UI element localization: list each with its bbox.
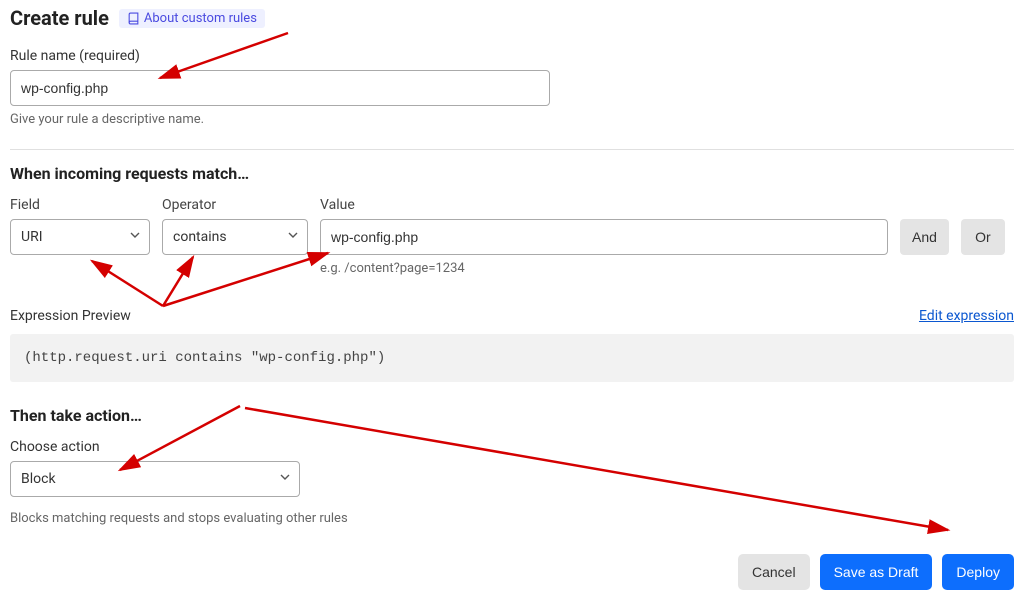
cancel-button[interactable]: Cancel	[738, 554, 810, 590]
chevron-down-icon	[129, 229, 141, 245]
preview-header: Expression Preview Edit expression	[10, 308, 1014, 324]
and-button[interactable]: And	[900, 219, 949, 255]
or-column: Or	[961, 197, 1005, 255]
value-column: Value e.g. /content?page=1234	[320, 197, 888, 276]
about-custom-rules-link[interactable]: About custom rules	[119, 9, 265, 28]
header: Create rule About custom rules	[10, 6, 1014, 30]
action-description: Blocks matching requests and stops evalu…	[10, 511, 1014, 526]
page-title: Create rule	[10, 6, 109, 30]
rule-name-input[interactable]	[10, 70, 550, 106]
divider	[10, 149, 1014, 150]
expression-preview-label: Expression Preview	[10, 308, 131, 324]
create-rule-page: Create rule About custom rules Rule name…	[0, 0, 1024, 610]
operator-select[interactable]: contains	[162, 219, 308, 255]
rule-name-help: Give your rule a descriptive name.	[10, 112, 1014, 127]
operator-value: contains	[173, 229, 227, 245]
expression-preview-code: (http.request.uri contains "wp-config.ph…	[10, 334, 1014, 382]
operator-label: Operator	[162, 197, 308, 213]
chevron-down-icon	[279, 471, 291, 487]
and-column: And	[900, 197, 949, 255]
rule-name-label: Rule name (required)	[10, 48, 1014, 64]
chevron-down-icon	[287, 229, 299, 245]
match-section-title: When incoming requests match…	[10, 164, 1014, 183]
field-select[interactable]: URI	[10, 219, 150, 255]
action-value: Block	[21, 471, 56, 487]
footer: Cancel Save as Draft Deploy	[10, 554, 1014, 590]
condition-row: Field URI Operator contains Value e.g. /…	[10, 197, 1014, 276]
value-label: Value	[320, 197, 888, 213]
action-select[interactable]: Block	[10, 461, 300, 497]
edit-expression-link[interactable]: Edit expression	[919, 308, 1014, 324]
deploy-button[interactable]: Deploy	[942, 554, 1014, 590]
value-input[interactable]	[320, 219, 888, 255]
save-draft-button[interactable]: Save as Draft	[820, 554, 933, 590]
value-hint: e.g. /content?page=1234	[320, 261, 888, 276]
operator-column: Operator contains	[162, 197, 308, 255]
field-value: URI	[21, 229, 43, 245]
action-section-title: Then take action…	[10, 406, 1014, 425]
choose-action-label: Choose action	[10, 439, 1014, 455]
about-label: About custom rules	[144, 11, 257, 26]
field-label: Field	[10, 197, 150, 213]
or-button[interactable]: Or	[961, 219, 1005, 255]
field-column: Field URI	[10, 197, 150, 255]
book-icon	[127, 12, 140, 25]
rule-name-group: Rule name (required) Give your rule a de…	[10, 48, 1014, 127]
